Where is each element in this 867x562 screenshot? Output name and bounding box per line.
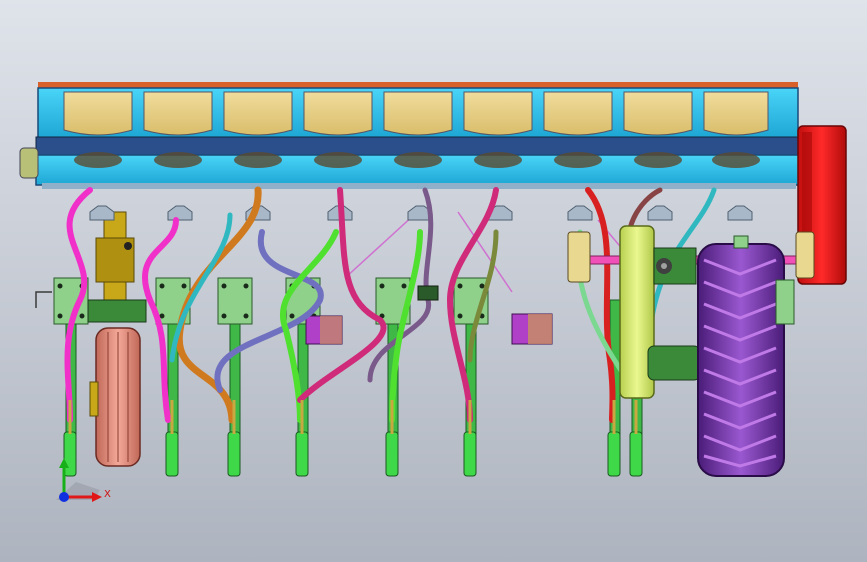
cad-viewport[interactable]: X xyxy=(0,0,867,562)
sensor-blocks xyxy=(305,313,553,345)
hopper-box xyxy=(143,91,213,136)
depth-wheel xyxy=(87,299,147,467)
hopper-box xyxy=(303,91,373,136)
seed-boots xyxy=(63,431,643,477)
hose-clamp xyxy=(417,285,439,301)
boot-tubes xyxy=(68,400,638,434)
triad-x-label: X xyxy=(104,489,111,500)
hopper-boxes xyxy=(63,91,769,136)
hopper-box xyxy=(383,91,453,136)
drive-tire xyxy=(697,235,795,477)
frame-bottom-rail xyxy=(42,183,796,189)
hopper-box xyxy=(223,91,293,136)
hopper-box xyxy=(543,91,613,136)
seed-hopper-assembly[interactable] xyxy=(19,82,813,189)
hose-connectors xyxy=(89,205,753,221)
hopper-top-strip xyxy=(38,82,798,88)
support-stand xyxy=(95,211,135,303)
chain-guard xyxy=(619,225,701,399)
hitch-hook xyxy=(35,291,52,308)
seed-meter-cups xyxy=(74,152,760,168)
triad-z-axis-dot xyxy=(59,492,69,502)
hose-red xyxy=(585,187,616,423)
hopper-box xyxy=(63,91,133,136)
hopper-box xyxy=(703,91,769,136)
furrow-shanks xyxy=(65,299,643,439)
hopper-box xyxy=(623,91,693,136)
hopper-box xyxy=(463,91,533,136)
